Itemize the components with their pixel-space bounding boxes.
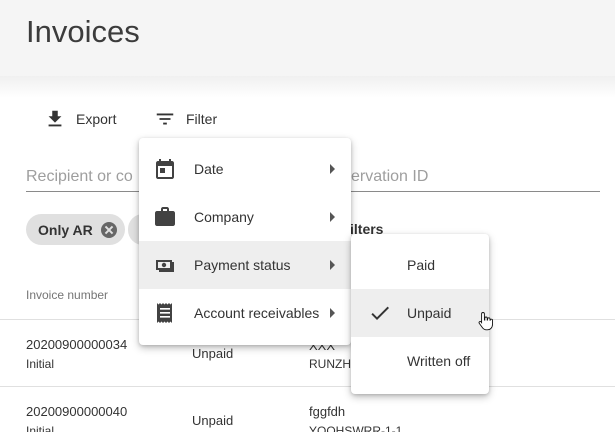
payment-status: Unpaid bbox=[192, 413, 234, 428]
download-icon bbox=[48, 110, 62, 127]
menu-item-payment-status[interactable]: Payment status bbox=[139, 241, 351, 289]
menu-item-label: Date bbox=[194, 161, 224, 177]
hand-cursor-icon bbox=[478, 312, 493, 331]
search-placeholder-left: Recipient or co bbox=[26, 168, 133, 185]
submenu-item-paid[interactable]: Paid bbox=[351, 241, 489, 289]
search-placeholder-right: ervation ID bbox=[351, 168, 429, 185]
reservation-id: RUNZHJ bbox=[309, 357, 357, 371]
calendar-icon bbox=[156, 159, 174, 179]
submenu-item-unpaid[interactable]: Unpaid bbox=[351, 289, 489, 337]
menu-item-label: Payment status bbox=[194, 257, 291, 273]
submenu-item-written-off[interactable]: Written off bbox=[351, 337, 489, 385]
submenu-item-label: Unpaid bbox=[407, 305, 452, 321]
reservation-id: YOOHSWRR-1-1 bbox=[309, 424, 403, 432]
filter-chip-only-ar[interactable]: Only AR bbox=[26, 214, 125, 245]
chevron-right-icon bbox=[330, 212, 335, 222]
invoice-status: Initial bbox=[26, 424, 55, 432]
invoice-number: 20200900000034 bbox=[26, 337, 128, 352]
table-divider bbox=[0, 386, 615, 387]
filter-label: Filter bbox=[186, 111, 218, 127]
page-title: Invoices bbox=[26, 14, 140, 49]
submenu-item-label: Paid bbox=[407, 257, 436, 273]
filter-menu: Date Company Payment status Account rece… bbox=[139, 138, 351, 345]
export-label: Export bbox=[76, 111, 117, 127]
briefcase-icon bbox=[155, 207, 175, 226]
filter-button[interactable]: Filter bbox=[154, 104, 217, 134]
chip-label: Only AR bbox=[38, 221, 93, 238]
chevron-right-icon bbox=[330, 260, 335, 270]
menu-item-label: Account receivables bbox=[194, 305, 320, 321]
export-button[interactable]: Export bbox=[44, 104, 116, 134]
menu-item-date[interactable]: Date bbox=[139, 145, 351, 193]
chevron-right-icon bbox=[330, 308, 335, 318]
money-icon bbox=[156, 260, 174, 272]
column-header-invoice-number[interactable]: Invoice number bbox=[26, 288, 108, 302]
invoice-number: 20200900000040 bbox=[26, 404, 128, 419]
header-shadow bbox=[0, 76, 615, 98]
menu-item-company[interactable]: Company bbox=[139, 193, 351, 241]
receipt-icon bbox=[157, 303, 172, 323]
chevron-right-icon bbox=[330, 164, 335, 174]
submenu-item-label: Written off bbox=[407, 353, 471, 369]
page-header: Invoices bbox=[0, 0, 615, 76]
recipient-name: fggfdh bbox=[309, 404, 346, 419]
payment-status: Unpaid bbox=[192, 346, 234, 361]
filter-icon bbox=[156, 113, 174, 125]
invoice-status: Initial bbox=[26, 357, 55, 371]
clear-icon[interactable] bbox=[100, 221, 117, 238]
payment-status-submenu: Paid Unpaid Written off bbox=[351, 234, 489, 394]
menu-item-account-receivables[interactable]: Account receivables bbox=[139, 289, 351, 337]
check-icon bbox=[371, 306, 389, 320]
menu-item-label: Company bbox=[194, 209, 254, 225]
